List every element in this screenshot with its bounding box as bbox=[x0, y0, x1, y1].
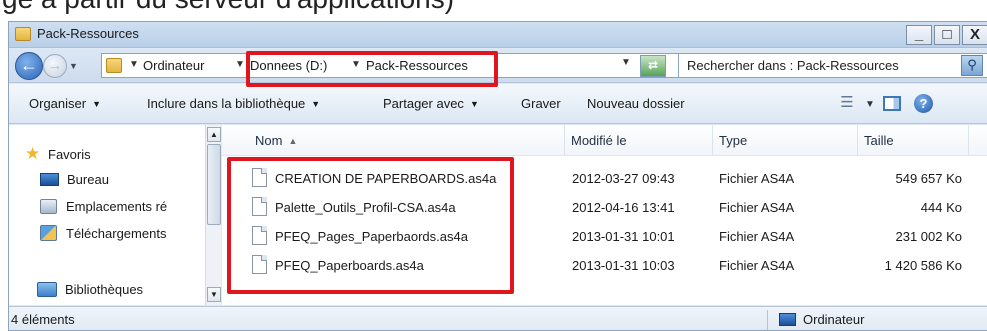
chevron-right-icon[interactable]: ▼ bbox=[235, 59, 245, 70]
organize-menu[interactable]: Organiser ▼ bbox=[29, 96, 101, 111]
nav-item-emplacements[interactable]: Emplacements ré bbox=[40, 199, 167, 214]
status-bar: 4 éléments Ordinateur bbox=[9, 306, 987, 330]
command-bar: Organiser ▼ Inclure dans la bibliothèque ▼… bbox=[9, 84, 987, 124]
breadcrumb-folder[interactable]: Pack-Ressources bbox=[366, 58, 468, 73]
back-button[interactable]: ← bbox=[15, 52, 43, 80]
folder-icon bbox=[15, 27, 31, 41]
new-folder-button[interactable]: Nouveau dossier bbox=[587, 96, 685, 111]
search-icon[interactable]: ⚲ bbox=[961, 55, 983, 76]
preview-pane-icon[interactable] bbox=[883, 96, 901, 111]
file-name: Palette_Outils_Profil-CSA.as4a bbox=[275, 200, 456, 215]
burn-button[interactable]: Graver bbox=[521, 96, 561, 111]
breadcrumb-drive[interactable]: Donnees (D:) bbox=[250, 58, 327, 73]
scroll-up-icon[interactable]: ▲ bbox=[207, 127, 221, 142]
file-list: Nom ▲ Modifié le Type Taille CREATION DE … bbox=[222, 125, 987, 305]
chevron-down-icon: ▼ bbox=[92, 99, 101, 109]
computer-icon bbox=[779, 313, 796, 326]
column-size[interactable]: Taille bbox=[858, 125, 969, 156]
file-type: Fichier AS4A bbox=[719, 171, 795, 186]
nav-libraries[interactable]: Bibliothèques bbox=[37, 282, 143, 297]
file-modified: 2012-04-16 13:41 bbox=[572, 200, 675, 215]
nav-item-bureau[interactable]: Bureau bbox=[40, 172, 109, 187]
sort-up-icon: ▲ bbox=[288, 136, 298, 146]
file-icon bbox=[252, 197, 267, 216]
file-name: PFEQ_Pages_Paperbaords.as4a bbox=[275, 229, 468, 244]
column-header-row: Nom ▲ Modifié le Type Taille bbox=[222, 125, 987, 156]
file-type: Fichier AS4A bbox=[719, 258, 795, 273]
explorer-window: Pack-Ressources _ □ X ← → ▼ ▼ Ordinateur… bbox=[8, 21, 987, 331]
view-options-icon[interactable]: ☰ bbox=[838, 94, 856, 112]
address-dropdown-icon[interactable]: ▼ bbox=[621, 57, 631, 68]
share-with-menu[interactable]: Partager avec ▼ bbox=[383, 96, 479, 111]
address-row: ← → ▼ ▼ Ordinateur ▼ Donnees (D:) ▼ Pack… bbox=[9, 49, 987, 83]
column-name[interactable]: Nom ▲ bbox=[222, 125, 565, 156]
file-modified: 2013-01-31 10:01 bbox=[572, 229, 675, 244]
scroll-thumb[interactable] bbox=[207, 144, 221, 225]
file-icon bbox=[252, 226, 267, 245]
status-location: Ordinateur bbox=[803, 312, 865, 327]
file-row[interactable]: PFEQ_Pages_Paperbaords.as4a 2013-01-31 1… bbox=[222, 222, 987, 251]
chevron-right-icon[interactable]: ▼ bbox=[351, 59, 361, 70]
forward-button[interactable]: → bbox=[43, 54, 67, 78]
window-title: Pack-Ressources bbox=[37, 26, 139, 41]
history-dropdown-icon[interactable]: ▼ bbox=[69, 61, 78, 71]
column-modified[interactable]: Modifié le bbox=[565, 125, 713, 156]
chevron-down-icon: ▼ bbox=[469, 99, 479, 109]
file-row[interactable]: Palette_Outils_Profil-CSA.as4a 2012-04-1… bbox=[222, 193, 987, 222]
library-icon bbox=[37, 282, 57, 297]
close-button[interactable]: X bbox=[962, 25, 987, 45]
nav-favorites[interactable]: ★ Favoris bbox=[25, 144, 91, 163]
file-size: 444 Ko bbox=[920, 200, 962, 215]
file-row[interactable]: CREATION DE PAPERBOARDS.as4a 2012-03-27 … bbox=[222, 164, 987, 193]
search-input[interactable]: Rechercher dans : Pack-Ressources bbox=[678, 53, 987, 78]
status-divider bbox=[767, 310, 768, 330]
file-type: Fichier AS4A bbox=[719, 229, 795, 244]
downloads-icon bbox=[40, 225, 57, 241]
file-size: 1 420 586 Ko bbox=[884, 258, 962, 273]
file-size: 549 657 Ko bbox=[895, 171, 962, 186]
chevron-right-icon[interactable]: ▼ bbox=[129, 59, 139, 70]
address-bar[interactable]: ▼ Ordinateur ▼ Donnees (D:) ▼ Pack-Resso… bbox=[101, 53, 681, 78]
file-row[interactable]: PFEQ_Paperboards.as4a 2013-01-31 10:03 F… bbox=[222, 251, 987, 280]
folder-icon bbox=[106, 58, 122, 73]
file-size: 231 002 Ko bbox=[895, 229, 962, 244]
breadcrumb-ordinateur[interactable]: Ordinateur bbox=[143, 58, 204, 73]
chevron-down-icon: ▼ bbox=[311, 99, 321, 109]
nav-scrollbar[interactable]: ▲ ▼ bbox=[205, 125, 221, 305]
file-modified: 2012-03-27 09:43 bbox=[572, 171, 675, 186]
minimize-button[interactable]: _ bbox=[906, 25, 932, 45]
title-bar: Pack-Ressources _ □ X bbox=[9, 22, 987, 48]
refresh-button[interactable]: ⇄ bbox=[640, 55, 666, 77]
file-modified: 2013-01-31 10:03 bbox=[572, 258, 675, 273]
file-name: CREATION DE PAPERBOARDS.as4a bbox=[275, 171, 497, 186]
window-controls: _ □ X bbox=[906, 25, 987, 45]
column-type[interactable]: Type bbox=[713, 125, 858, 156]
file-icon bbox=[252, 168, 267, 187]
nav-item-telechargements[interactable]: Téléchargements bbox=[40, 225, 166, 241]
desktop-icon bbox=[40, 173, 59, 186]
item-count: 4 éléments bbox=[11, 312, 75, 327]
star-icon: ★ bbox=[25, 144, 41, 163]
maximize-button[interactable]: □ bbox=[934, 25, 960, 45]
file-icon bbox=[252, 255, 267, 274]
file-type: Fichier AS4A bbox=[719, 200, 795, 215]
scroll-down-icon[interactable]: ▼ bbox=[207, 287, 221, 302]
chevron-down-icon[interactable]: ▼ bbox=[865, 99, 875, 110]
file-name: PFEQ_Paperboards.as4a bbox=[275, 258, 424, 273]
page-caption: ge à partir du serveur d'applications) bbox=[0, 0, 987, 20]
recent-places-icon bbox=[40, 199, 57, 214]
help-icon[interactable]: ? bbox=[914, 94, 933, 113]
include-library-menu[interactable]: Inclure dans la bibliothèque ▼ bbox=[147, 96, 320, 111]
navigation-pane: ★ Favoris Bureau Emplacements ré Télécha… bbox=[9, 125, 221, 305]
